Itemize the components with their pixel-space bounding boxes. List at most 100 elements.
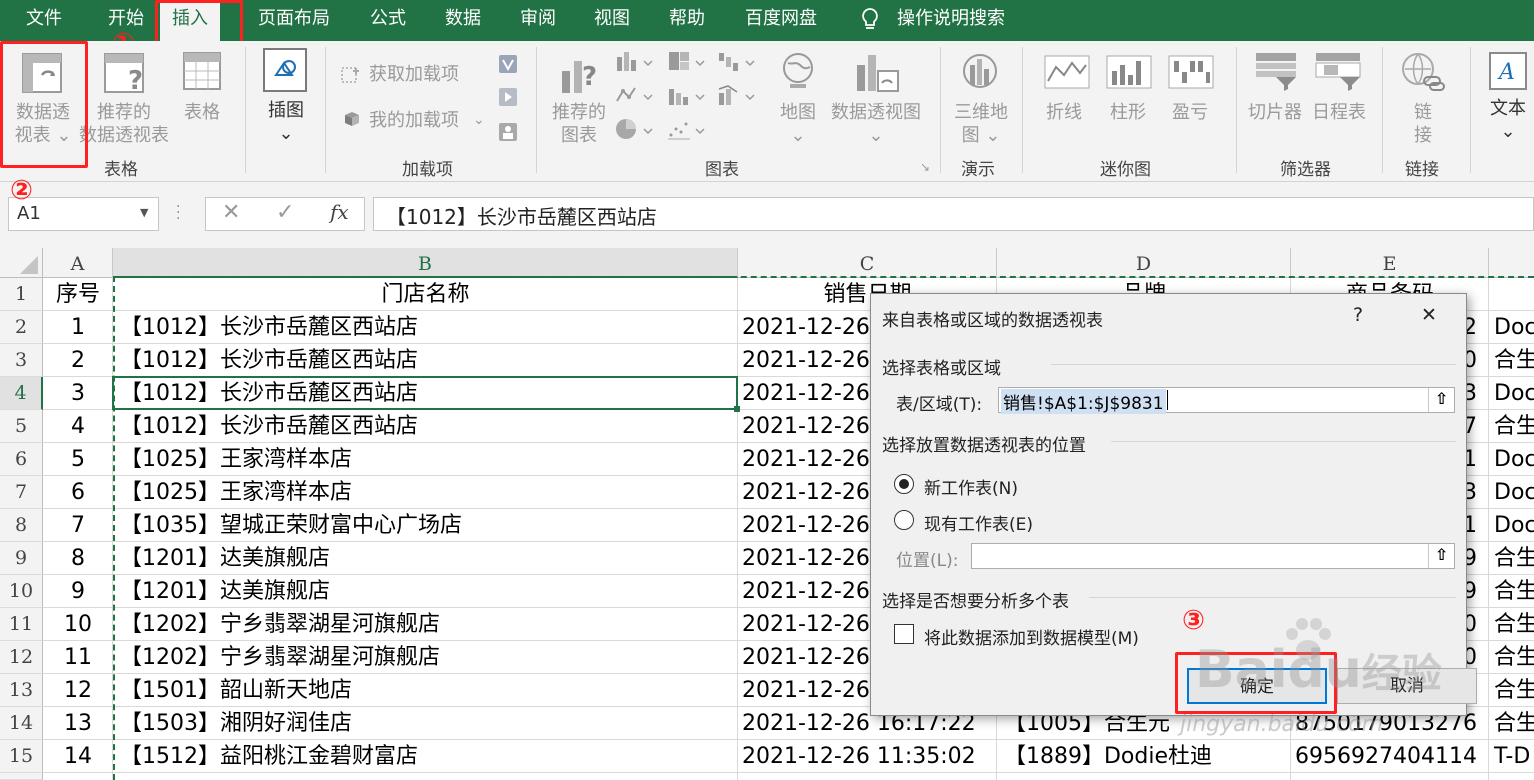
tab-help[interactable]: 帮助: [669, 0, 705, 41]
cell-col-f[interactable]: 合生: [1494, 708, 1534, 739]
row-header[interactable]: 8: [0, 509, 43, 542]
cell-col-f[interactable]: 合生: [1494, 609, 1534, 640]
link-button[interactable]: 链接: [1408, 101, 1438, 147]
tell-me-search[interactable]: 操作说明搜索: [897, 0, 1005, 41]
row-header[interactable]: 10: [0, 575, 43, 608]
sparkline-line-button[interactable]: 折线: [1046, 101, 1082, 124]
cell-col-f[interactable]: 合生: [1494, 576, 1534, 607]
cell-store[interactable]: 【1503】湘阴好润佳店: [120, 708, 735, 739]
cell-seq[interactable]: 7: [43, 510, 113, 541]
text-button[interactable]: 文本 ⌄: [1488, 97, 1528, 143]
sparkline-winloss-button[interactable]: 盈亏: [1172, 101, 1208, 124]
more-options-icon[interactable]: · · ·: [176, 200, 180, 226]
get-addins-button[interactable]: 获取加载项: [369, 63, 459, 86]
cell-store[interactable]: 【1201】达美旗舰店: [120, 543, 735, 574]
row-header[interactable]: 14: [0, 707, 43, 740]
column-header-a[interactable]: A: [43, 248, 113, 278]
row-header[interactable]: 7: [0, 476, 43, 509]
row-header[interactable]: 3: [0, 344, 43, 377]
collapse-location-icon[interactable]: ⇧: [1428, 544, 1454, 568]
column-header-d[interactable]: D: [997, 248, 1291, 278]
tab-data[interactable]: 数据: [445, 0, 481, 41]
new-worksheet-radio[interactable]: [894, 474, 914, 494]
insert-function-icon[interactable]: fx: [330, 200, 349, 224]
cell-seq[interactable]: 14: [43, 741, 113, 772]
pivot-chart-button[interactable]: 数据透视图 ⌄: [830, 101, 922, 147]
recommended-pivot-button[interactable]: 推荐的 数据透视表: [76, 101, 172, 147]
3d-map-button[interactable]: 三维地图 ⌄: [950, 101, 1012, 147]
range-input[interactable]: 销售!$A$1:$J$9831 ⇧: [998, 387, 1455, 414]
slicer-button[interactable]: 切片器: [1248, 101, 1302, 124]
column-header-b[interactable]: B: [113, 248, 738, 278]
cell-seq[interactable]: 13: [43, 708, 113, 739]
cell-seq[interactable]: 12: [43, 675, 113, 706]
existing-worksheet-label[interactable]: 现有工作表(E): [924, 510, 1033, 535]
name-box-dropdown-icon[interactable]: ▼: [140, 206, 148, 219]
cell-store[interactable]: 【1025】王家湾样本店: [120, 477, 735, 508]
cell-store[interactable]: 【1012】长沙市岳麓区西站店: [120, 411, 735, 442]
row-header[interactable]: 12: [0, 641, 43, 674]
location-input[interactable]: ⇧: [971, 543, 1455, 569]
data-model-checkbox[interactable]: [894, 624, 914, 644]
cell-seq[interactable]: 2: [43, 345, 113, 376]
row-header[interactable]: 13: [0, 674, 43, 707]
cell-col-f[interactable]: 合生: [1494, 411, 1534, 442]
cell-store[interactable]: 【1202】宁乡翡翠湖星河旗舰店: [120, 609, 735, 640]
help-button[interactable]: ?: [1353, 304, 1363, 326]
cell-col-f[interactable]: Doc: [1494, 510, 1534, 541]
row-header[interactable]: 2: [0, 311, 43, 344]
cell-seq[interactable]: 5: [43, 444, 113, 475]
row-header[interactable]: 4: [0, 377, 43, 410]
cell-col-f[interactable]: 合生: [1494, 642, 1534, 673]
formula-input[interactable]: 【1012】长沙市岳麓区西站店: [373, 197, 1534, 231]
cell-store[interactable]: 【1012】长沙市岳麓区西站店: [120, 312, 735, 343]
my-addins-button[interactable]: 我的加载项: [369, 109, 459, 132]
cell-seq[interactable]: 10: [43, 609, 113, 640]
cell-seq[interactable]: 8: [43, 543, 113, 574]
charts-dialog-launcher-icon[interactable]: ↘: [920, 156, 930, 179]
confirm-entry-icon[interactable]: ✓: [276, 200, 294, 225]
existing-worksheet-radio[interactable]: [894, 510, 914, 530]
header-cell-store[interactable]: 门店名称: [113, 279, 738, 310]
cell-seq[interactable]: 6: [43, 477, 113, 508]
cancel-entry-icon[interactable]: ✕: [222, 200, 240, 225]
cell-seq[interactable]: 4: [43, 411, 113, 442]
timeline-button[interactable]: 日程表: [1312, 101, 1366, 124]
cell-col-f[interactable]: 合生: [1494, 675, 1534, 706]
cell-col-f[interactable]: 合生: [1494, 543, 1534, 574]
select-all-corner[interactable]: [0, 248, 43, 278]
cell-store[interactable]: 【1501】韶山新天地店: [120, 675, 735, 706]
cell-store[interactable]: 【1025】王家湾样本店: [120, 444, 735, 475]
data-model-label[interactable]: 将此数据添加到数据模型(M): [924, 624, 1139, 649]
row-header[interactable]: [0, 773, 43, 780]
column-header-e[interactable]: E: [1291, 248, 1489, 278]
close-button[interactable]: ✕: [1421, 304, 1437, 326]
cell-seq[interactable]: 3: [43, 378, 113, 409]
row-header[interactable]: 6: [0, 443, 43, 476]
cell-store[interactable]: 【1035】望城正荣财富中心广场店: [120, 510, 735, 541]
my-addins-dropdown-icon[interactable]: ⌄: [473, 109, 485, 132]
tab-formulas[interactable]: 公式: [370, 0, 406, 41]
cell-store[interactable]: 【1201】达美旗舰店: [120, 576, 735, 607]
cell-store[interactable]: 【1512】益阳桃江金碧财富店: [120, 741, 735, 772]
cell-barcode[interactable]: 6956927404114: [1294, 741, 1477, 772]
recommended-charts-button[interactable]: 推荐的 图表: [548, 101, 610, 147]
map-chart-button[interactable]: 地图 ⌄: [776, 101, 820, 147]
row-header[interactable]: 9: [0, 542, 43, 575]
illustrations-button[interactable]: 插图 ⌄: [258, 99, 314, 145]
tab-page-layout[interactable]: 页面布局: [258, 0, 330, 41]
tab-review[interactable]: 审阅: [520, 0, 556, 41]
fill-handle[interactable]: [734, 406, 740, 412]
row-header[interactable]: 11: [0, 608, 43, 641]
cell-col-f[interactable]: Doc: [1494, 378, 1534, 409]
cell-seq[interactable]: 1: [43, 312, 113, 343]
cell-store[interactable]: 【1202】宁乡翡翠湖星河旗舰店: [120, 642, 735, 673]
tab-view[interactable]: 视图: [594, 0, 630, 41]
cell-col-f[interactable]: Doc: [1494, 444, 1534, 475]
column-header-f[interactable]: [1489, 248, 1534, 278]
column-header-c[interactable]: C: [738, 248, 997, 278]
new-worksheet-label[interactable]: 新工作表(N): [924, 474, 1018, 499]
cell-col-f[interactable]: Doc: [1494, 312, 1534, 343]
collapse-range-icon[interactable]: ⇧: [1428, 388, 1454, 412]
cell-seq[interactable]: 11: [43, 642, 113, 673]
